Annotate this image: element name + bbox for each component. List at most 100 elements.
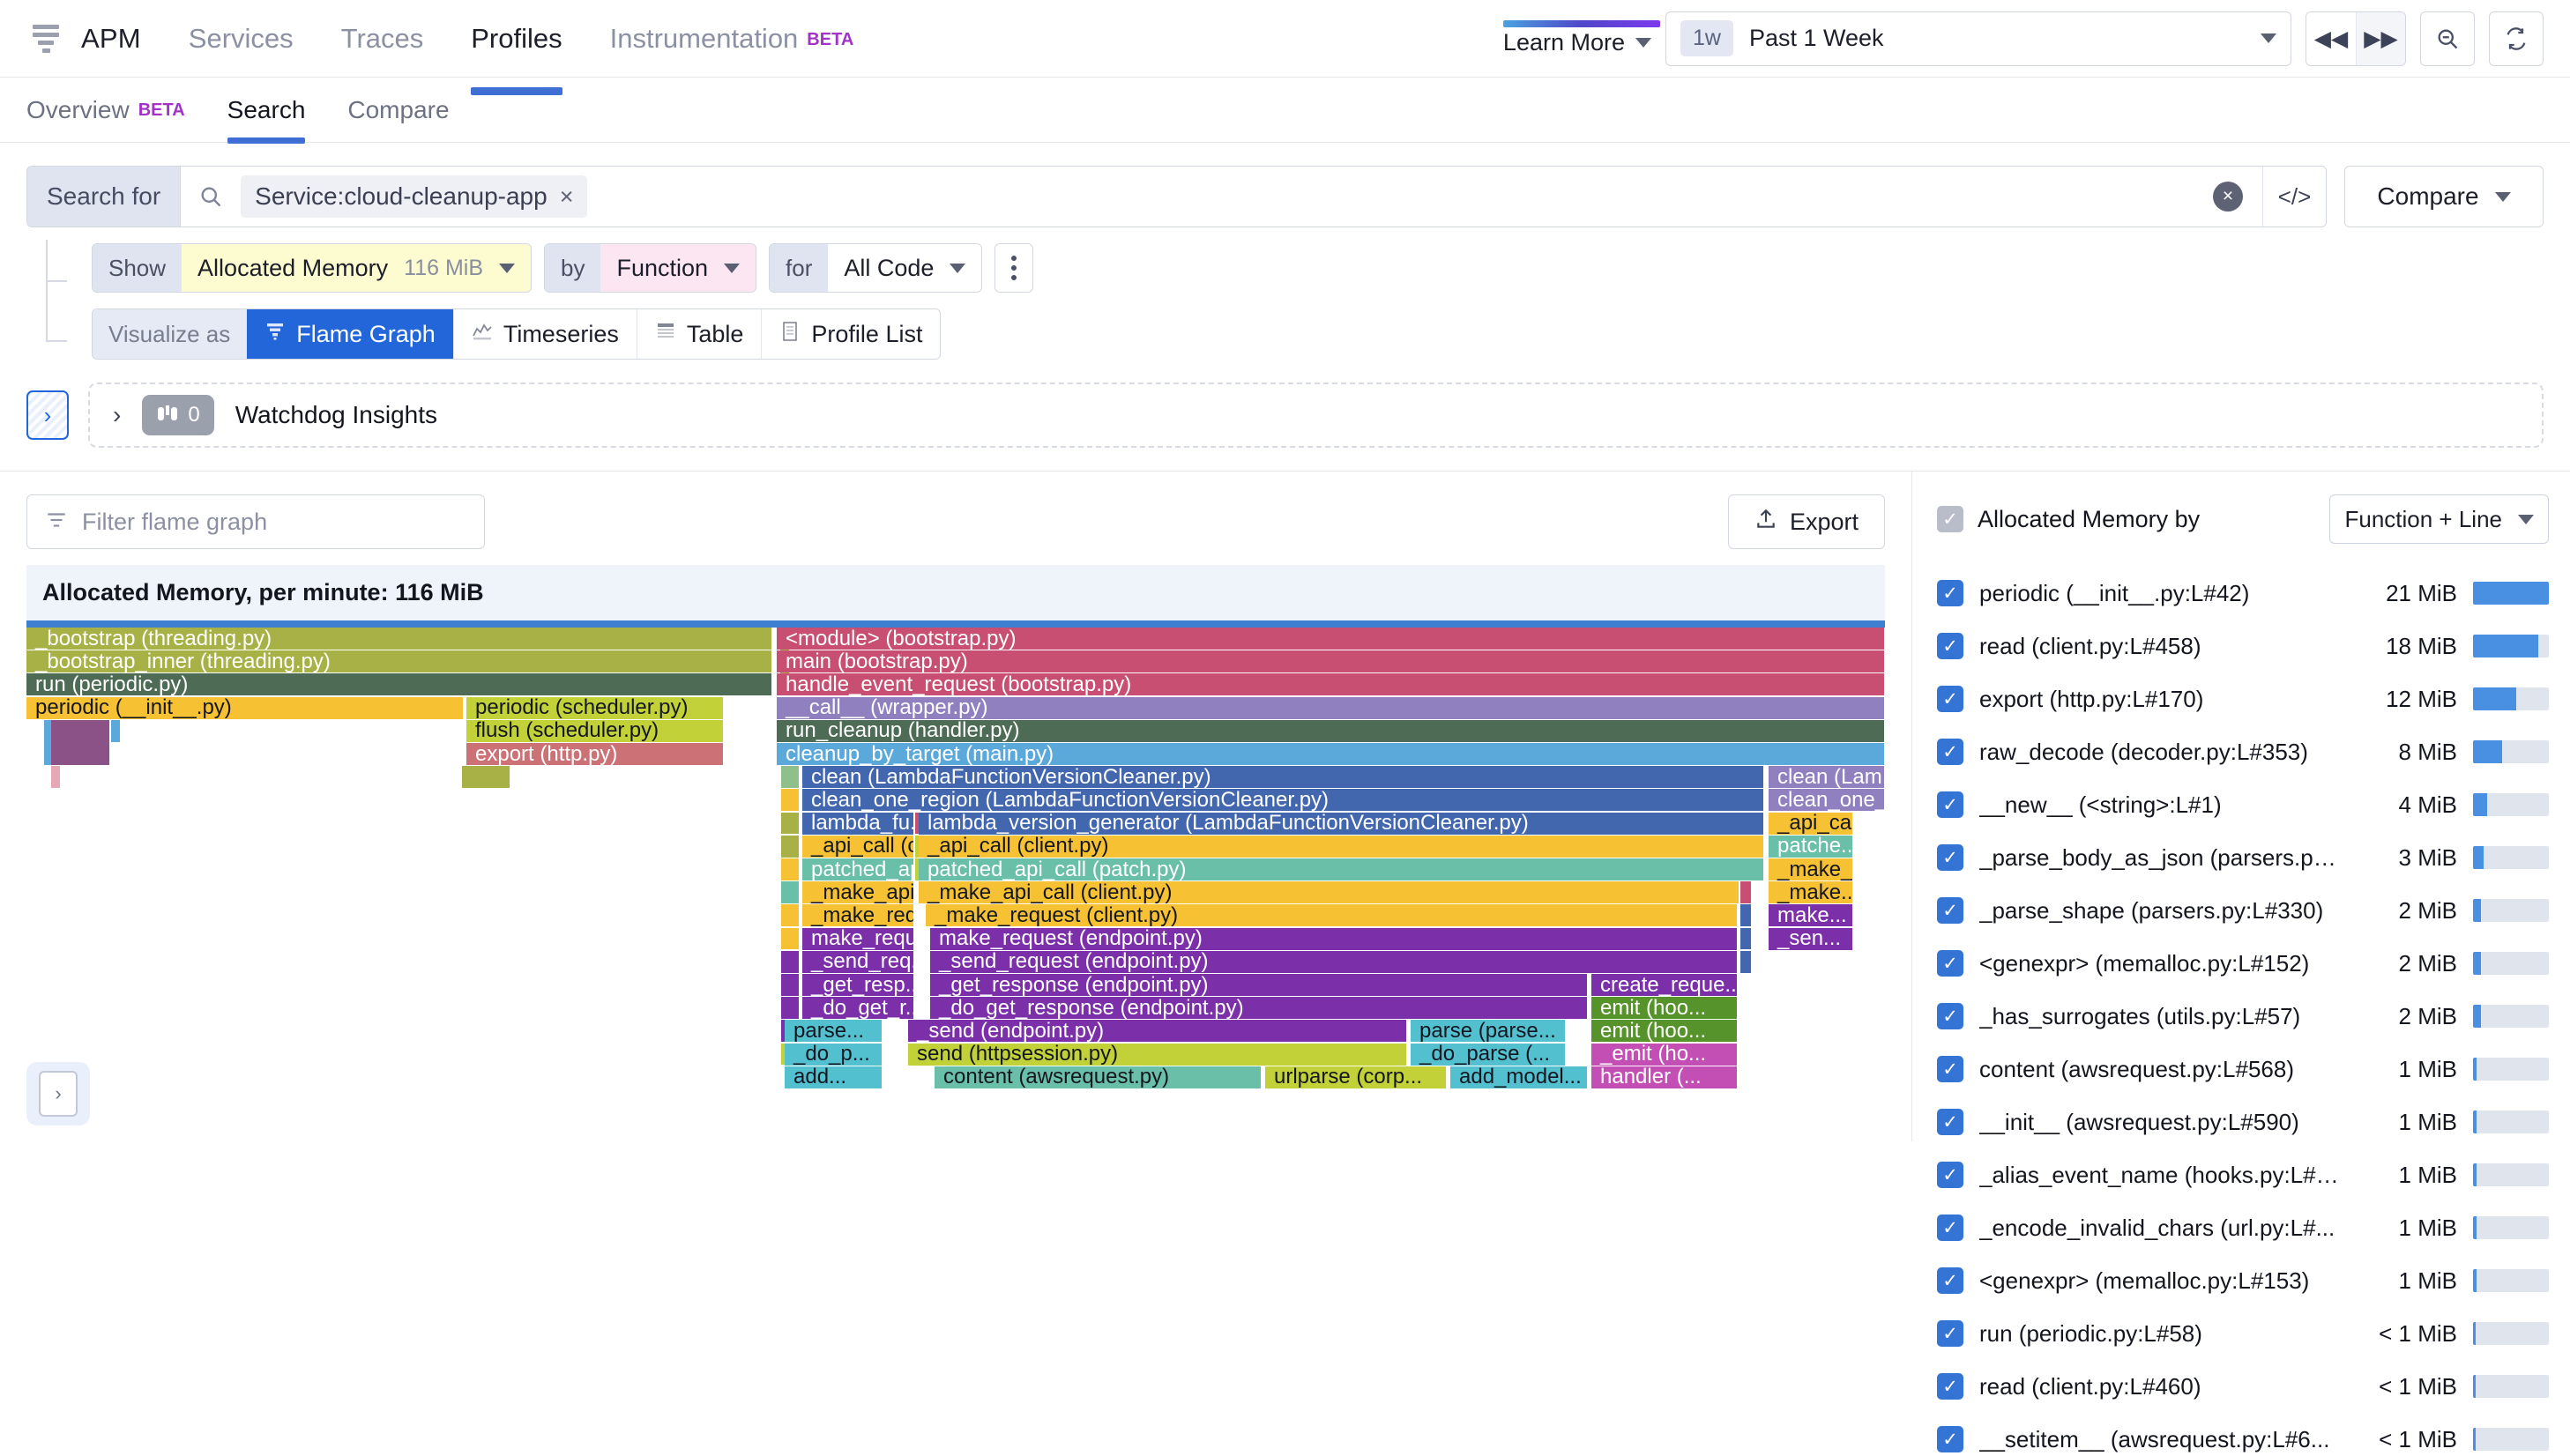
flame-frame[interactable]: _do_get_response (endpoint.py) <box>930 997 1587 1020</box>
flame-frame[interactable]: _make_api_... <box>802 881 913 904</box>
row-checkbox[interactable]: ✓ <box>1937 1215 1963 1241</box>
viz-profile-list-button[interactable]: Profile List <box>761 309 941 359</box>
viz-flame-graph-button[interactable]: Flame Graph <box>246 309 453 359</box>
flame-frame-sliver[interactable] <box>781 766 799 788</box>
row-checkbox[interactable]: ✓ <box>1937 950 1963 977</box>
nav-item-profiles[interactable]: Profiles <box>471 0 563 95</box>
more-options-icon[interactable] <box>994 243 1034 293</box>
flame-frame[interactable]: _do_get_r... <box>802 997 913 1020</box>
export-button[interactable]: Export <box>1728 494 1885 549</box>
flame-frame[interactable]: _bootstrap (threading.py) <box>26 628 771 650</box>
step-backward-button[interactable]: ◀◀ <box>2306 11 2356 65</box>
by-select[interactable]: Function <box>600 244 756 292</box>
flame-graph-canvas[interactable]: _bootstrap (threading.py) <module> (boots… <box>26 628 1885 1103</box>
flame-frame-sliver[interactable] <box>781 904 799 927</box>
memory-function-row[interactable]: ✓ __new__ (<string>:L#1) 4 MiB <box>1937 778 2549 831</box>
flame-frame[interactable]: _get_response (endpoint.py) <box>930 974 1587 996</box>
row-checkbox[interactable]: ✓ <box>1937 1373 1963 1400</box>
row-checkbox[interactable]: ✓ <box>1937 791 1963 818</box>
group-by-select[interactable]: Function + Line <box>2329 494 2549 544</box>
memory-function-row[interactable]: ✓ _has_surrogates (utils.py:L#57) 2 MiB <box>1937 990 2549 1043</box>
flame-frame[interactable]: _emit (ho... <box>1591 1043 1737 1066</box>
flame-frame[interactable]: _do_parse (... <box>1411 1043 1565 1066</box>
flame-frame[interactable]: _send_req... <box>802 950 913 973</box>
flame-frame[interactable]: main (bootstrap.py) <box>777 650 1884 673</box>
memory-function-row[interactable]: ✓ __init__ (awsrequest.py:L#590) 1 MiB <box>1937 1096 2549 1148</box>
flame-frame-sliver[interactable] <box>781 858 799 880</box>
flame-frame-sliver[interactable] <box>781 927 799 950</box>
search-bar[interactable]: Search for Service:cloud-cleanup-app × ×… <box>26 166 2327 227</box>
flame-frame-sliver[interactable] <box>1740 950 1751 973</box>
tab-search[interactable]: Search <box>227 78 305 144</box>
flame-frame[interactable]: periodic (scheduler.py) <box>466 696 723 719</box>
close-icon[interactable]: × <box>560 183 574 211</box>
flame-frame-sliver[interactable] <box>781 789 799 812</box>
flame-frame[interactable]: _api_ca... <box>1769 812 1852 835</box>
flame-frame[interactable]: parse... <box>785 1020 882 1043</box>
flame-frame[interactable]: handler (... <box>1591 1066 1737 1088</box>
nav-item-traces[interactable]: Traces <box>341 0 424 78</box>
flame-frame[interactable]: parse (parse... <box>1411 1020 1565 1043</box>
flame-frame-sliver[interactable] <box>781 950 799 973</box>
flame-frame[interactable]: lambda_fu... <box>802 812 913 835</box>
collapse-panel-button[interactable]: › <box>26 1062 90 1125</box>
flame-frame[interactable]: _api_call (client.py) <box>919 835 1763 858</box>
flame-frame-sliver[interactable] <box>781 812 799 835</box>
flame-frame-sliver[interactable] <box>781 974 799 996</box>
refresh-button[interactable] <box>2489 11 2544 66</box>
memory-function-row[interactable]: ✓ content (awsrequest.py:L#568) 1 MiB <box>1937 1043 2549 1096</box>
flame-frame-sliver[interactable] <box>51 743 109 765</box>
flame-frame[interactable]: export (http.py) <box>466 743 723 765</box>
step-forward-button[interactable]: ▶▶ <box>2356 11 2405 65</box>
viz-table-button[interactable]: Table <box>636 309 762 359</box>
flame-frame[interactable]: content (awsrequest.py) <box>935 1066 1261 1088</box>
row-checkbox[interactable]: ✓ <box>1937 739 1963 765</box>
clear-search-button[interactable]: × <box>2213 182 2243 212</box>
search-filter-chip[interactable]: Service:cloud-cleanup-app × <box>241 175 588 218</box>
flame-frame-sliver[interactable] <box>1740 881 1751 903</box>
row-checkbox[interactable]: ✓ <box>1937 1267 1963 1294</box>
nav-item-instrumentation[interactable]: Instrumentation BETA <box>610 0 854 78</box>
flame-frame-sliver[interactable] <box>781 835 799 858</box>
flame-frame[interactable]: _send_request (endpoint.py) <box>930 950 1737 973</box>
flame-frame[interactable]: emit (hoo... <box>1591 1020 1737 1043</box>
show-metric-select[interactable]: Allocated Memory 116 MiB <box>182 244 531 292</box>
code-view-button[interactable]: </> <box>2262 167 2326 227</box>
flame-frame[interactable]: _make_requ... <box>802 904 913 927</box>
memory-function-row[interactable]: ✓ _parse_shape (parsers.py:L#330) 2 MiB <box>1937 884 2549 937</box>
flame-frame[interactable]: _sen... <box>1769 927 1852 950</box>
flame-frame[interactable]: _do_p... <box>785 1043 882 1066</box>
tab-compare[interactable]: Compare <box>347 78 449 142</box>
memory-function-row[interactable]: ✓ raw_decode (decoder.py:L#353) 8 MiB <box>1937 725 2549 778</box>
flame-frame[interactable]: add... <box>785 1066 882 1088</box>
flame-frame[interactable]: create_reque... <box>1591 974 1737 996</box>
menu-icon[interactable] <box>26 19 65 58</box>
flame-frame[interactable]: __call__ (wrapper.py) <box>777 696 1884 719</box>
row-checkbox[interactable]: ✓ <box>1937 844 1963 871</box>
tab-overview[interactable]: Overview BETA <box>26 78 185 142</box>
learn-more-button[interactable]: Learn More <box>1503 29 1651 56</box>
flame-frame[interactable]: _make... <box>1769 881 1852 904</box>
row-checkbox[interactable]: ✓ <box>1937 580 1963 606</box>
flame-frame[interactable]: lambda_version_generator (LambdaFunction… <box>919 812 1763 835</box>
flame-frame-sliver[interactable] <box>1740 927 1751 950</box>
flame-frame[interactable]: _make_api_call (client.py) <box>919 881 1739 904</box>
nav-item-services[interactable]: Services <box>189 0 294 78</box>
flame-frame[interactable]: _send (endpoint.py) <box>908 1020 1406 1043</box>
flame-frame[interactable]: make... <box>1769 904 1852 927</box>
flame-frame[interactable]: make_request (endpoint.py) <box>930 927 1737 950</box>
flame-frame-sliver[interactable] <box>51 766 60 788</box>
row-checkbox[interactable]: ✓ <box>1937 1056 1963 1082</box>
memory-function-row[interactable]: ✓ run (periodic.py:L#58) < 1 MiB <box>1937 1307 2549 1360</box>
flame-frame[interactable]: add_model... <box>1450 1066 1587 1088</box>
memory-function-row[interactable]: ✓ read (client.py:L#458) 18 MiB <box>1937 620 2549 672</box>
memory-function-row[interactable]: ✓ read (client.py:L#460) < 1 MiB <box>1937 1360 2549 1413</box>
flame-frame[interactable]: clean_one_region (LambdaFunctionVersionC… <box>802 789 1763 812</box>
row-checkbox[interactable]: ✓ <box>1937 1426 1963 1452</box>
flame-frame[interactable]: _make_... <box>1769 858 1852 880</box>
row-checkbox[interactable]: ✓ <box>1937 1162 1963 1188</box>
row-checkbox[interactable]: ✓ <box>1937 1109 1963 1135</box>
flame-frame[interactable]: flush (scheduler.py) <box>466 719 723 742</box>
row-checkbox[interactable]: ✓ <box>1937 686 1963 712</box>
flame-frame[interactable]: _get_resp... <box>802 974 913 996</box>
